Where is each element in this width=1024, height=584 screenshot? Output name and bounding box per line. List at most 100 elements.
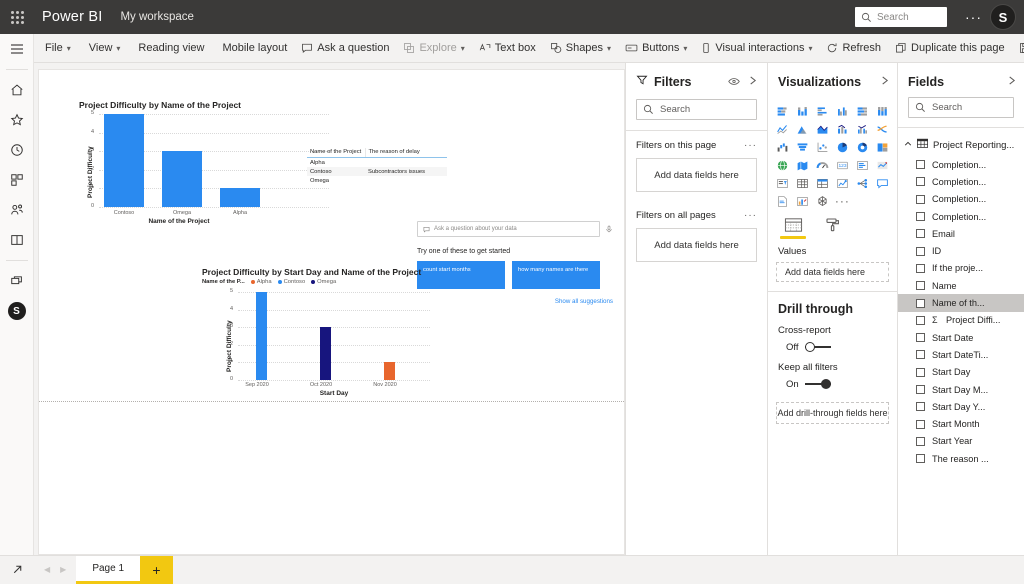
- button-ask-a-question[interactable]: Ask a question: [294, 34, 396, 63]
- field-checkbox[interactable]: [916, 333, 925, 343]
- chevron-right-icon[interactable]: [1007, 73, 1016, 91]
- list-item[interactable]: Start Date: [898, 329, 1024, 346]
- list-item[interactable]: Completion...: [898, 191, 1024, 208]
- pie-chart-icon[interactable]: [834, 139, 852, 155]
- qna-input[interactable]: Ask a question about your data: [417, 221, 600, 237]
- field-checkbox[interactable]: [916, 315, 925, 325]
- 100-stacked-bar-chart-icon[interactable]: [853, 103, 871, 119]
- field-checkbox[interactable]: [916, 454, 925, 464]
- field-checkbox[interactable]: [916, 246, 925, 256]
- menu-file[interactable]: File ▾: [34, 34, 78, 63]
- waffle-icon[interactable]: [0, 0, 34, 34]
- visual-bar-chart-project-difficulty-by-start-day[interactable]: Project Difficulty by Start Day and Name…: [202, 267, 432, 397]
- line-clustered-column-chart-icon[interactable]: [853, 121, 871, 137]
- bar-omega[interactable]: [162, 151, 202, 207]
- paginated-report-icon[interactable]: [774, 193, 792, 209]
- sidebar-item-current-workspace[interactable]: S: [0, 296, 34, 326]
- bar-sep-2020-contoso[interactable]: [256, 292, 267, 380]
- chevron-up-icon[interactable]: [904, 140, 912, 151]
- field-checkbox[interactable]: [916, 194, 925, 204]
- sidebar-item-apps[interactable]: [0, 165, 34, 195]
- field-checkbox[interactable]: [916, 177, 925, 187]
- table-row[interactable]: Alpha: [307, 158, 447, 168]
- legend-item-omega[interactable]: Omega: [311, 279, 336, 285]
- fields-tab[interactable]: [780, 217, 806, 239]
- list-item-selected[interactable]: Name of th...: [898, 294, 1024, 312]
- list-item[interactable]: Start DateTi...: [898, 346, 1024, 363]
- sidebar-item-workspaces[interactable]: [0, 266, 34, 296]
- line-stacked-column-chart-icon[interactable]: [834, 121, 852, 137]
- bar-nov-2020-alpha[interactable]: [384, 362, 395, 380]
- field-checkbox[interactable]: [916, 402, 925, 412]
- format-tab[interactable]: [820, 217, 846, 239]
- clustered-column-chart-icon[interactable]: [834, 103, 852, 119]
- filters-this-page-dropzone[interactable]: Add data fields here: [636, 158, 757, 192]
- qna-visual-icon[interactable]: [873, 175, 891, 191]
- brand-more-button[interactable]: ···: [957, 9, 990, 25]
- stacked-area-chart-icon[interactable]: [814, 121, 832, 137]
- list-item[interactable]: The reason ...: [898, 450, 1024, 467]
- button-mobile-layout[interactable]: Mobile layout: [211, 34, 294, 63]
- sidebar-item-recent[interactable]: [0, 135, 34, 165]
- kpi-icon[interactable]: [873, 157, 891, 173]
- save-button[interactable]: Save: [1012, 34, 1024, 63]
- hamburger-icon[interactable]: [0, 34, 34, 64]
- table-row[interactable]: Omega: [307, 176, 447, 185]
- table-column-header[interactable]: The reason of delay: [365, 148, 447, 158]
- legend-item-alpha[interactable]: Alpha: [250, 279, 272, 285]
- avatar[interactable]: S: [990, 4, 1016, 30]
- more-visuals-icon[interactable]: ···: [834, 193, 852, 209]
- list-item[interactable]: ID: [898, 242, 1024, 259]
- card-icon[interactable]: 123: [834, 157, 852, 173]
- field-checkbox[interactable]: [916, 367, 925, 377]
- menu-view[interactable]: View ▾: [78, 34, 128, 63]
- list-item[interactable]: Email: [898, 225, 1024, 242]
- button-duplicate-page[interactable]: Duplicate this page: [888, 34, 1012, 63]
- button-text-box[interactable]: Text box: [472, 34, 543, 63]
- list-item[interactable]: Completion...: [898, 208, 1024, 225]
- field-checkbox[interactable]: [916, 419, 925, 429]
- scatter-chart-icon[interactable]: [814, 139, 832, 155]
- list-item[interactable]: Start Day M...: [898, 381, 1024, 398]
- table-column-header[interactable]: Name of the Project: [307, 148, 366, 158]
- gauge-icon[interactable]: [814, 157, 832, 173]
- field-checkbox[interactable]: [916, 229, 925, 239]
- map-icon[interactable]: [774, 157, 792, 173]
- waterfall-chart-icon[interactable]: [774, 139, 792, 155]
- button-visual-interactions[interactable]: Visual interactions ▾: [694, 34, 819, 63]
- list-item[interactable]: Completion...: [898, 156, 1024, 173]
- treemap-icon[interactable]: [873, 139, 891, 155]
- fields-search-input[interactable]: Search: [908, 97, 1014, 118]
- eye-icon[interactable]: [728, 73, 740, 91]
- keep-all-filters-toggle[interactable]: [804, 379, 831, 389]
- list-item[interactable]: Start Day: [898, 364, 1024, 381]
- add-page-button[interactable]: +: [140, 556, 174, 584]
- field-checkbox[interactable]: [916, 436, 925, 446]
- button-shapes[interactable]: Shapes ▾: [543, 34, 618, 63]
- bar-oct-2020-omega[interactable]: [320, 327, 331, 380]
- key-influencers-icon[interactable]: [853, 175, 871, 191]
- cross-report-toggle[interactable]: [804, 342, 831, 352]
- table-row[interactable]: Contoso Subcontractors issues: [307, 167, 447, 176]
- filters-section-more-button[interactable]: ···: [744, 140, 757, 151]
- filters-search-input[interactable]: Search: [636, 99, 757, 120]
- fields-table-node[interactable]: Project Reporting...: [898, 128, 1024, 152]
- bar-alpha[interactable]: [220, 188, 260, 207]
- button-explore[interactable]: Explore ▾: [396, 34, 471, 63]
- sidebar-item-favorites[interactable]: [0, 105, 34, 135]
- clustered-bar-chart-icon[interactable]: [814, 103, 832, 119]
- field-checkbox[interactable]: [916, 350, 925, 360]
- button-reading-view[interactable]: Reading view: [127, 34, 211, 63]
- sidebar-item-learn[interactable]: [0, 225, 34, 255]
- line-chart-icon[interactable]: [774, 121, 792, 137]
- list-item[interactable]: Σ Project Diffi...: [898, 312, 1024, 329]
- field-checkbox[interactable]: [916, 385, 925, 394]
- drill-through-dropzone[interactable]: Add drill-through fields here: [776, 401, 889, 424]
- chevron-right-icon[interactable]: [880, 73, 889, 91]
- matrix-icon[interactable]: [814, 175, 832, 191]
- sidebar-item-home[interactable]: [0, 75, 34, 105]
- field-checkbox[interactable]: [916, 298, 925, 308]
- list-item[interactable]: Start Month: [898, 415, 1024, 432]
- mic-icon[interactable]: [605, 220, 613, 238]
- show-all-suggestions-link[interactable]: Show all suggestions: [417, 298, 613, 305]
